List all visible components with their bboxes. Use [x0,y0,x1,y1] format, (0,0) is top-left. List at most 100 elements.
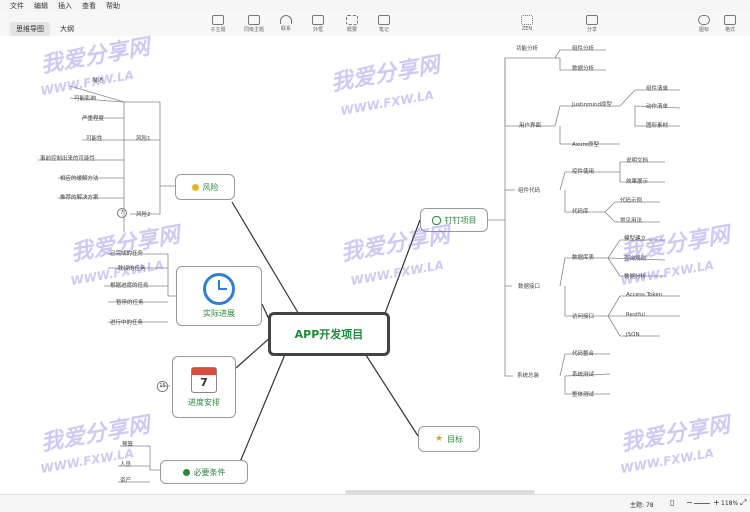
nail-ui-js[interactable]: Justinmind原型 [572,100,612,108]
risk-1-label[interactable]: 风险1 [136,134,151,142]
topic-conditions[interactable]: 必要条件 [160,460,248,484]
summary-button[interactable]: 概要 [338,15,366,33]
relationship-button[interactable]: 联系 [272,15,300,32]
nail-ui[interactable]: 用户界面 [519,121,541,129]
nail-data[interactable]: 数据接口 [518,282,540,290]
relationship-icon [280,15,292,24]
nail-db[interactable]: 数据库表 [572,253,594,261]
topic-nail-project[interactable]: 钉钉项目 [420,208,488,232]
play-icon [431,215,441,225]
nail-sys[interactable]: 系统总装 [517,371,539,379]
progress-item-on-schedule[interactable]: 根据进度的任务 [110,281,149,289]
boundary-icon [312,15,324,25]
menu-edit[interactable]: 编辑 [34,1,48,11]
nail-sys-item-1[interactable]: 系统测试 [572,370,594,378]
nail-comp-lib[interactable]: 代码库 [572,207,589,215]
nail-ui-js-item-2[interactable]: 图形素材 [646,121,668,129]
risk-item-desc[interactable]: 描述 [92,76,103,84]
nail-comp-use[interactable]: 控件使用 [572,167,594,175]
icons-button[interactable]: 图标 [690,15,718,33]
summary-icon [346,15,358,25]
menu-help[interactable]: 帮助 [106,1,120,11]
risk-item-likelihood[interactable]: 可能性 [86,134,103,142]
notes-icon [378,15,390,25]
topic-schedule[interactable]: 7 进度安排 [172,356,236,418]
nail-func-item-1[interactable]: 数据分析 [572,64,594,72]
check-icon [182,468,190,476]
condition-staff[interactable]: 人员 [120,460,131,468]
zoom-level: 118% [721,500,739,507]
tab-outline[interactable]: 大纲 [54,22,80,36]
risk-item-solution[interactable]: 推荐的解决方案 [60,193,99,201]
risk-item-control[interactable]: 事前控制出来的可能性 [40,154,95,162]
nail-comp-lib-item-0[interactable]: 代码示例 [620,196,642,204]
nail-comp-lib-item-1[interactable]: 常见用法 [620,216,642,224]
nail-sys-item-2[interactable]: 整体测试 [572,390,594,398]
menu-file[interactable]: 文件 [10,1,24,11]
subtopic-button[interactable]: 子主题 [204,15,232,33]
topic-count: 主题: 78 [630,502,654,509]
topic-risk[interactable]: 风险 [175,174,235,200]
risk-item-severity[interactable]: 严重程度 [82,114,104,122]
smiley-icon [698,15,710,25]
nail-api[interactable]: 访问接口 [572,312,594,320]
nail-sys-item-0[interactable]: 代码整合 [572,349,594,357]
central-topic[interactable]: APP开发项目 [268,312,390,356]
nail-ui-js-item-1[interactable]: 动作清单 [646,102,668,110]
zoom-slider[interactable] [694,503,710,504]
toolbar: 子主题 同级主题 联系 外框 概要 笔记 ZEN 分享 图标 格式 [0,12,750,37]
zen-button[interactable]: ZEN [513,15,541,32]
notes-button[interactable]: 笔记 [370,15,398,33]
menu-view[interactable]: 查看 [82,1,96,11]
priority-icon [191,183,199,191]
subtopic-icon [212,15,224,25]
zoom-out-icon[interactable]: − [686,498,693,507]
calendar-icon: 7 [191,366,217,393]
progress-item-paused[interactable]: 暂停的任务 [116,298,144,306]
tab-mindmap[interactable]: 思维导图 [10,22,50,36]
share-icon [586,15,598,25]
nail-db-item-0[interactable]: 模型建立 [624,234,646,242]
topic-goal[interactable]: ★ 目标 [418,426,480,452]
nail-api-item-1[interactable]: Restful [626,312,645,318]
topic-progress[interactable]: 实际进展 [176,266,262,326]
fullscreen-icon [521,15,533,25]
nail-func-item-0[interactable]: 组件分析 [572,44,594,52]
nail-func[interactable]: 功能分析 [516,44,538,52]
mindmap-canvas[interactable]: APP开发项目 风险 风险1 风险2 7 描述 可能影响 严重程度 可能性 事前… [0,35,750,494]
collapsed-count-badge[interactable]: 7 [117,208,127,218]
progress-item-in-progress[interactable]: 进行中的任务 [110,318,143,326]
star-icon: ★ [434,434,444,444]
collapsed-count-badge-schedule[interactable]: 15 [157,381,168,392]
menu-insert[interactable]: 插入 [58,1,72,11]
view-tabs: 思维导图 大纲 [10,22,84,36]
brush-icon [724,15,736,25]
condition-budget[interactable]: 预算 [122,440,133,448]
menu-bar: 文件 编辑 插入 查看 帮助 [0,0,750,12]
sibling-topic-button[interactable]: 同级主题 [240,15,268,33]
risk-2-label[interactable]: 风险2 [136,210,151,218]
nail-comp-use-item-1[interactable]: 效果展示 [626,177,648,185]
zoom-in-icon[interactable]: + [713,498,720,507]
risk-item-mitigation[interactable]: 相应的缓解方法 [60,174,99,182]
progress-item-done[interactable]: 已完成的任务 [110,249,143,257]
nail-db-item-1[interactable]: 查询规则 [624,254,646,262]
share-button[interactable]: 分享 [578,15,606,33]
map-icon[interactable]: ▯ [670,498,674,507]
format-button[interactable]: 格式 [716,15,744,33]
nail-ui-js-item-0[interactable]: 组件清单 [646,84,668,92]
fullscreen-icon[interactable]: ⤢ [740,498,746,508]
nail-comp[interactable]: 组件代码 [518,186,540,194]
progress-item-delayed[interactable]: 耽误的任务 [118,264,146,272]
nail-comp-use-item-0[interactable]: 说明文档 [626,156,648,164]
boundary-button[interactable]: 外框 [304,15,332,33]
status-bar: 主题: 78 ▯ − + 118% ⤢ [0,494,750,512]
risk-item-impact[interactable]: 可能影响 [74,94,96,102]
nail-api-item-2[interactable]: JSON [626,332,640,338]
nail-api-item-0[interactable]: Access Token [626,292,662,298]
condition-assets[interactable]: 资产 [120,476,131,484]
nail-ui-axure[interactable]: Axure原型 [572,140,599,148]
nail-db-item-2[interactable]: 数据分析 [624,272,646,280]
clock-icon [203,273,235,305]
sibling-icon [248,15,260,25]
